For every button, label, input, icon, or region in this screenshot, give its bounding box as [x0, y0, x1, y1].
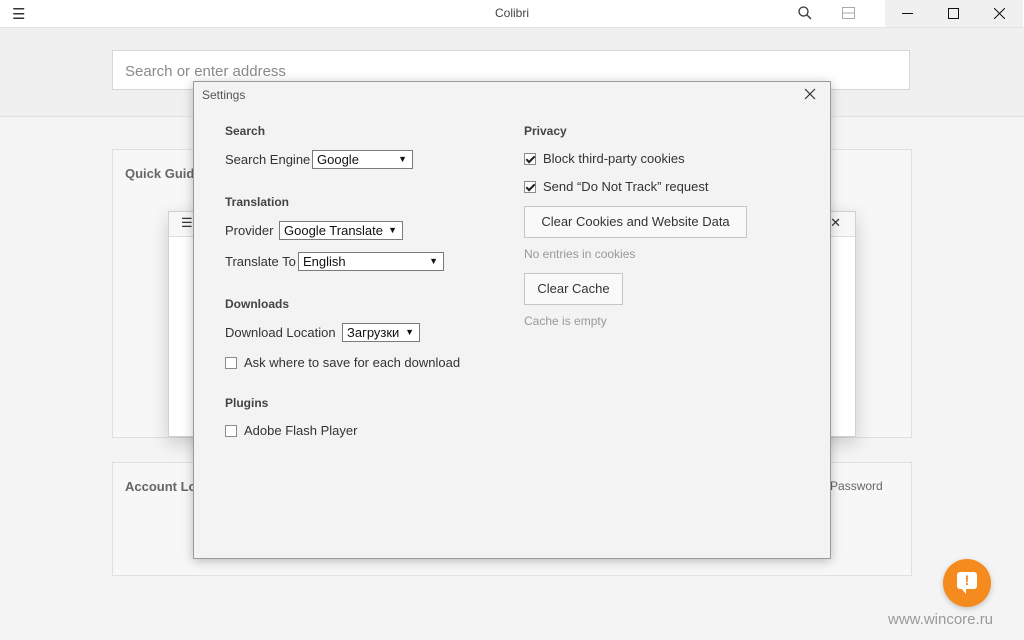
- dropdown-arrow-icon: ▼: [398, 154, 407, 164]
- privacy-section-title: Privacy: [524, 124, 567, 138]
- cookies-status: No entries in cookies: [524, 247, 636, 261]
- address-placeholder: Search or enter address: [125, 63, 286, 80]
- feedback-button[interactable]: !: [943, 559, 991, 607]
- search-icon[interactable]: [797, 5, 813, 21]
- maximize-button[interactable]: [931, 0, 977, 27]
- download-location-value: Загрузки: [347, 325, 400, 340]
- do-not-track-checkbox[interactable]: [524, 181, 536, 193]
- feedback-icon: !: [957, 572, 977, 594]
- search-engine-label: Search Engine: [225, 152, 311, 167]
- clear-cookies-button[interactable]: Clear Cookies and Website Data: [524, 206, 747, 238]
- window-title: Colibri: [494, 6, 529, 20]
- dropdown-arrow-icon: ▼: [429, 256, 438, 266]
- block-cookies-label: Block third-party cookies: [543, 151, 685, 166]
- settings-dialog: Settings Search Search Engine Google ▼ T…: [193, 81, 831, 559]
- clear-cache-button[interactable]: Clear Cache: [524, 273, 623, 305]
- downloads-section-title: Downloads: [225, 297, 290, 311]
- flash-player-label: Adobe Flash Player: [244, 423, 358, 438]
- ask-save-label: Ask where to save for each download: [244, 355, 461, 370]
- minimize-icon: [902, 13, 913, 14]
- flash-player-checkbox[interactable]: [225, 425, 237, 437]
- quick-guide-title: Quick Guid: [125, 166, 195, 181]
- provider-label: Provider: [225, 223, 274, 238]
- provider-value: Google Translate: [284, 223, 384, 238]
- translate-to-value: English: [303, 254, 346, 269]
- close-icon: [994, 8, 1005, 19]
- title-bar: ☰ Colibri: [0, 0, 1024, 28]
- ask-save-checkbox[interactable]: [225, 357, 237, 369]
- close-icon: ✕: [830, 215, 841, 230]
- tabs-icon[interactable]: [842, 7, 855, 19]
- translation-section-title: Translation: [225, 195, 290, 209]
- translate-to-label: Translate To: [225, 254, 296, 269]
- account-login-title: Account Lo: [125, 479, 197, 494]
- close-icon[interactable]: [804, 88, 816, 100]
- dialog-title: Settings: [202, 88, 246, 102]
- hamburger-icon: ☰: [181, 215, 193, 230]
- do-not-track-label: Send “Do Not Track” request: [543, 179, 709, 194]
- dropdown-arrow-icon: ▼: [388, 225, 397, 235]
- search-engine-select[interactable]: Google ▼: [312, 150, 413, 169]
- cache-status: Cache is empty: [524, 314, 607, 328]
- translate-to-select[interactable]: English ▼: [298, 252, 444, 271]
- search-section-title: Search: [225, 124, 266, 138]
- download-location-label: Download Location: [225, 325, 336, 340]
- minimize-button[interactable]: [885, 0, 931, 27]
- plugins-section-title: Plugins: [225, 396, 269, 410]
- watermark: www.wincore.ru: [888, 611, 994, 628]
- close-window-button[interactable]: [977, 0, 1023, 27]
- maximize-icon: [948, 8, 959, 19]
- block-cookies-checkbox[interactable]: [524, 153, 536, 165]
- provider-select[interactable]: Google Translate ▼: [279, 221, 403, 240]
- search-engine-value: Google: [317, 152, 359, 167]
- download-location-select[interactable]: Загрузки ▼: [342, 323, 420, 342]
- dropdown-arrow-icon: ▼: [405, 327, 414, 337]
